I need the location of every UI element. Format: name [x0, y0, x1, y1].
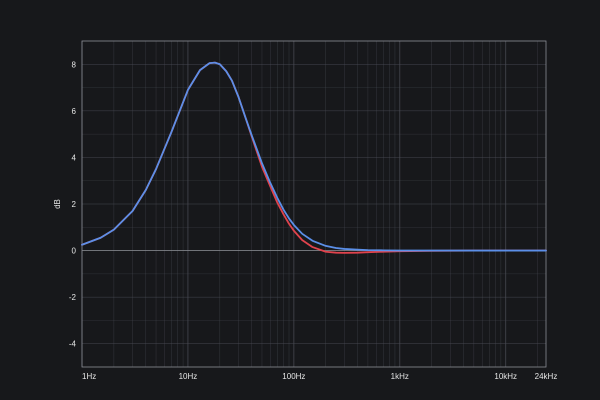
- x-tick-label: 1Hz: [82, 372, 96, 381]
- y-tick-label: -2: [69, 293, 77, 302]
- x-tick-label: 10Hz: [179, 372, 198, 381]
- x-tick-label: 100Hz: [282, 372, 305, 381]
- y-tick-label: 2: [72, 200, 77, 209]
- x-tick-label: 1kHz: [391, 372, 409, 381]
- x-tick-label: 24kHz: [535, 372, 558, 381]
- y-tick-label: 0: [72, 247, 77, 256]
- y-axis-label: dB: [53, 199, 62, 209]
- y-tick-label: 4: [72, 153, 77, 162]
- frequency-response-chart: 1Hz 10Hz 100Hz 1kHz 10kHz 24kHz 8 6 4 2 0 -2 -4 dB: [0, 0, 600, 400]
- chart-background: [0, 0, 600, 400]
- y-tick-label: 6: [72, 107, 77, 116]
- y-tick-label: -4: [69, 340, 77, 349]
- x-tick-label: 10kHz: [494, 372, 517, 381]
- y-tick-label: 8: [72, 60, 77, 69]
